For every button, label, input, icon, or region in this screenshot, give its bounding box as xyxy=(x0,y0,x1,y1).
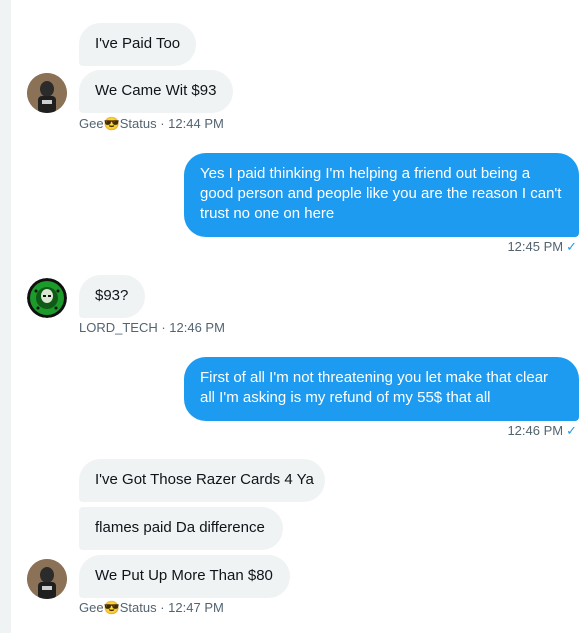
message-text: First of all I'm not threatening you let… xyxy=(200,369,549,406)
avatar-gee[interactable] xyxy=(27,73,67,113)
avatar-image xyxy=(27,559,67,599)
avatar-image xyxy=(27,73,67,113)
message-meta: 12:46 PM ✓ xyxy=(507,423,577,439)
message-meta: Gee😎Status · 12:44 PM xyxy=(79,116,224,132)
avatar-lord-tech[interactable] xyxy=(27,278,67,318)
incoming-message[interactable]: flames paid Da difference xyxy=(79,507,283,550)
message-text: flames paid Da difference xyxy=(95,519,265,536)
outgoing-message[interactable]: Yes I paid thinking I'm helping a friend… xyxy=(184,153,579,237)
left-rail xyxy=(0,0,11,633)
incoming-message[interactable]: We Put Up More Than $80 xyxy=(79,555,290,598)
message-text: $93? xyxy=(95,287,129,304)
status-time: Status · 12:44 PM xyxy=(119,116,224,131)
message-text: We Put Up More Than $80 xyxy=(95,567,273,584)
incoming-message[interactable]: I've Got Those Razer Cards 4 Ya xyxy=(79,459,325,502)
sender-name: Gee xyxy=(79,600,104,615)
avatar-image xyxy=(27,278,67,318)
outgoing-message[interactable]: First of all I'm not threatening you let… xyxy=(184,357,579,421)
incoming-message[interactable]: We Came Wit $93 xyxy=(79,70,233,113)
sender-and-time: LORD_TECH · 12:46 PM xyxy=(79,320,225,335)
incoming-message[interactable]: $93? xyxy=(79,275,145,318)
sender-name: Gee xyxy=(79,116,104,131)
avatar-gee[interactable] xyxy=(27,559,67,599)
timestamp: 12:45 PM xyxy=(507,239,564,254)
sent-check-icon: ✓ xyxy=(566,423,577,438)
message-text: Yes I paid thinking I'm helping a friend… xyxy=(200,165,562,222)
message-text: I've Paid Too xyxy=(95,35,181,52)
message-text: I've Got Those Razer Cards 4 Ya xyxy=(95,471,314,488)
sunglasses-emoji-icon: 😎 xyxy=(103,116,120,131)
sent-check-icon: ✓ xyxy=(566,239,577,254)
message-meta: 12:45 PM ✓ xyxy=(507,239,577,255)
message-text: We Came Wit $93 xyxy=(95,82,217,99)
message-meta: Gee😎Status · 12:47 PM xyxy=(79,600,224,616)
message-meta: LORD_TECH · 12:46 PM xyxy=(79,320,225,336)
incoming-message[interactable]: I've Paid Too xyxy=(79,23,196,66)
sunglasses-emoji-icon: 😎 xyxy=(103,600,120,615)
timestamp: 12:46 PM xyxy=(507,423,564,438)
status-time: Status · 12:47 PM xyxy=(119,600,224,615)
